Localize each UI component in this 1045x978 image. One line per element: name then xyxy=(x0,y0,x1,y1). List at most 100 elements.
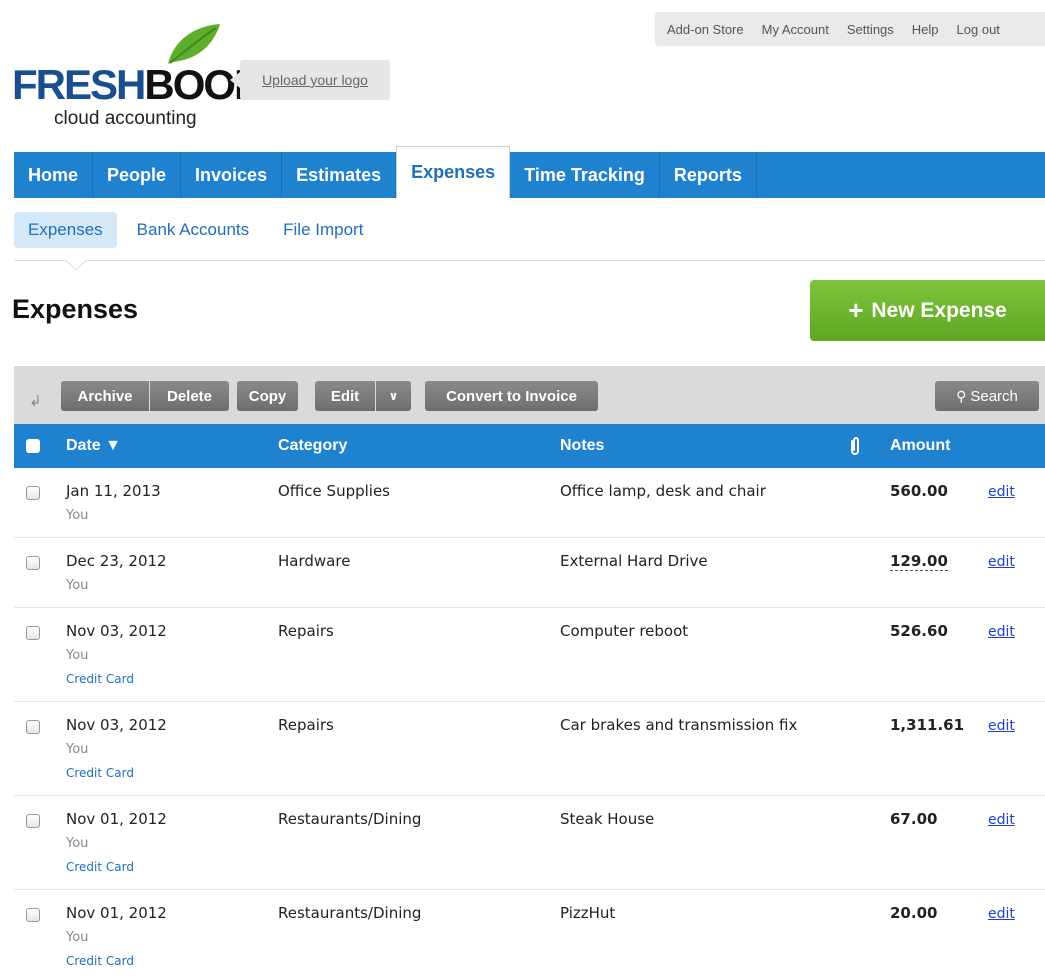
row-user: You xyxy=(66,648,89,663)
settings-link[interactable]: Settings xyxy=(847,22,894,37)
row-user: You xyxy=(66,742,89,757)
row-edit-link[interactable]: edit xyxy=(988,484,1015,500)
nav-time-tracking[interactable]: Time Tracking xyxy=(510,152,660,198)
row-notes: External Hard Drive xyxy=(560,552,708,570)
row-category: Hardware xyxy=(278,552,351,570)
row-amount: 20.00 xyxy=(890,904,938,922)
row-category: Office Supplies xyxy=(278,482,391,500)
row-amount: 560.00 xyxy=(890,482,948,500)
upload-logo-link[interactable]: Upload your logo xyxy=(230,60,390,100)
row-amount: 1,311.61 xyxy=(890,716,965,734)
row-notes: PizzHut xyxy=(560,904,616,922)
row-edit-link[interactable]: edit xyxy=(988,624,1015,640)
select-arrow-icon: ↲ xyxy=(29,393,42,410)
row-user: You xyxy=(66,836,89,851)
subnav-divider xyxy=(14,260,1045,261)
add-on-store-link[interactable]: Add-on Store xyxy=(667,22,744,37)
log-out-link[interactable]: Log out xyxy=(957,22,1000,37)
row-amount: 526.60 xyxy=(890,622,948,640)
row-amount: 67.00 xyxy=(890,810,938,828)
row-notes: Steak House xyxy=(560,810,655,828)
archive-button[interactable]: Archive xyxy=(61,381,149,411)
table-row[interactable]: Jan 11, 2013 You Office Supplies Office … xyxy=(14,468,1045,538)
row-checkbox[interactable] xyxy=(26,720,40,734)
header-category[interactable]: Category xyxy=(278,437,347,455)
row-user: You xyxy=(66,930,89,945)
row-edit-link[interactable]: edit xyxy=(988,554,1015,570)
main-nav: Home People Invoices Estimates Expenses … xyxy=(14,146,1045,198)
row-date: Jan 11, 2013 xyxy=(66,482,161,500)
header-amount[interactable]: Amount xyxy=(890,437,950,455)
nav-people[interactable]: People xyxy=(93,152,182,198)
row-checkbox[interactable] xyxy=(26,814,40,828)
select-all-checkbox[interactable] xyxy=(26,439,40,453)
edit-button[interactable]: Edit xyxy=(315,381,375,411)
page-title: Expenses xyxy=(12,294,139,324)
row-category: Repairs xyxy=(278,622,334,640)
leaf-icon xyxy=(168,24,220,64)
chevron-down-icon: ∨ xyxy=(388,389,399,403)
table-row[interactable]: Nov 03, 2012 You Credit Card Repairs Car… xyxy=(14,702,1045,796)
actions-toolbar: ↲ Archive Delete Copy Edit ∨ Convert to … xyxy=(14,366,1045,424)
row-checkbox[interactable] xyxy=(26,626,40,640)
my-account-link[interactable]: My Account xyxy=(762,22,829,37)
row-edit-link[interactable]: edit xyxy=(988,906,1015,922)
logo-tagline: cloud accounting xyxy=(54,108,197,129)
expense-list: Jan 11, 2013 You Office Supplies Office … xyxy=(14,468,1045,978)
table-header: Date ▼ Category Notes Amount xyxy=(14,424,1045,468)
plus-icon: + xyxy=(848,295,864,325)
nav-expenses[interactable]: Expenses xyxy=(396,146,511,198)
row-payment-method: Credit Card xyxy=(66,766,134,780)
row-user: You xyxy=(66,508,89,523)
row-date: Dec 23, 2012 xyxy=(66,552,167,570)
new-expense-label: New Expense xyxy=(871,298,1007,322)
convert-to-invoice-button[interactable]: Convert to Invoice xyxy=(425,381,598,411)
row-user: You xyxy=(66,578,89,593)
row-checkbox[interactable] xyxy=(26,486,40,500)
row-notes: Car brakes and transmission fix xyxy=(560,716,798,734)
paperclip-icon xyxy=(851,437,859,455)
row-payment-method: Credit Card xyxy=(66,954,134,968)
delete-button[interactable]: Delete xyxy=(150,381,229,411)
table-row[interactable]: Nov 01, 2012 You Credit Card Restaurants… xyxy=(14,796,1045,890)
row-date: Nov 03, 2012 xyxy=(66,622,167,640)
utility-bar: Add-on Store My Account Settings Help Lo… xyxy=(655,12,1045,46)
nav-estimates[interactable]: Estimates xyxy=(282,152,397,198)
freshbooks-logo[interactable]: FRESHBOOKS cloud accounting xyxy=(12,22,290,134)
nav-reports[interactable]: Reports xyxy=(660,152,757,198)
help-link[interactable]: Help xyxy=(912,22,939,37)
edit-dropdown-button[interactable]: ∨ xyxy=(376,381,411,411)
row-checkbox[interactable] xyxy=(26,908,40,922)
row-notes: Office lamp, desk and chair xyxy=(560,482,766,500)
row-category: Repairs xyxy=(278,716,334,734)
table-row[interactable]: Dec 23, 2012 You Hardware External Hard … xyxy=(14,538,1045,608)
search-button[interactable]: ⚲ Search xyxy=(935,381,1039,411)
row-checkbox[interactable] xyxy=(26,556,40,570)
subnav-pointer xyxy=(64,259,88,270)
row-date: Nov 01, 2012 xyxy=(66,810,167,828)
row-amount[interactable]: 129.00 xyxy=(890,552,948,571)
subnav-bank-accounts[interactable]: Bank Accounts xyxy=(123,212,263,248)
row-date: Nov 03, 2012 xyxy=(66,716,167,734)
row-edit-link[interactable]: edit xyxy=(988,812,1015,828)
row-edit-link[interactable]: edit xyxy=(988,718,1015,734)
row-date: Nov 01, 2012 xyxy=(66,904,167,922)
table-row[interactable]: Nov 01, 2012 You Credit Card Restaurants… xyxy=(14,890,1045,978)
nav-invoices[interactable]: Invoices xyxy=(181,152,283,198)
row-payment-method: Credit Card xyxy=(66,672,134,686)
row-category: Restaurants/Dining xyxy=(278,810,422,828)
row-category: Restaurants/Dining xyxy=(278,904,422,922)
subnav-file-import[interactable]: File Import xyxy=(269,212,377,248)
table-row[interactable]: Nov 03, 2012 You Credit Card Repairs Com… xyxy=(14,608,1045,702)
sub-nav: Expenses Bank Accounts File Import xyxy=(14,206,1045,254)
row-notes: Computer reboot xyxy=(560,622,689,640)
header-notes[interactable]: Notes xyxy=(560,437,604,455)
search-icon: ⚲ xyxy=(956,387,967,404)
copy-button[interactable]: Copy xyxy=(237,381,298,411)
header-date[interactable]: Date ▼ xyxy=(66,437,121,455)
row-payment-method: Credit Card xyxy=(66,860,134,874)
search-label: Search xyxy=(970,387,1018,405)
new-expense-button[interactable]: + New Expense xyxy=(810,280,1045,341)
nav-home[interactable]: Home xyxy=(14,152,94,198)
subnav-expenses[interactable]: Expenses xyxy=(14,212,117,248)
